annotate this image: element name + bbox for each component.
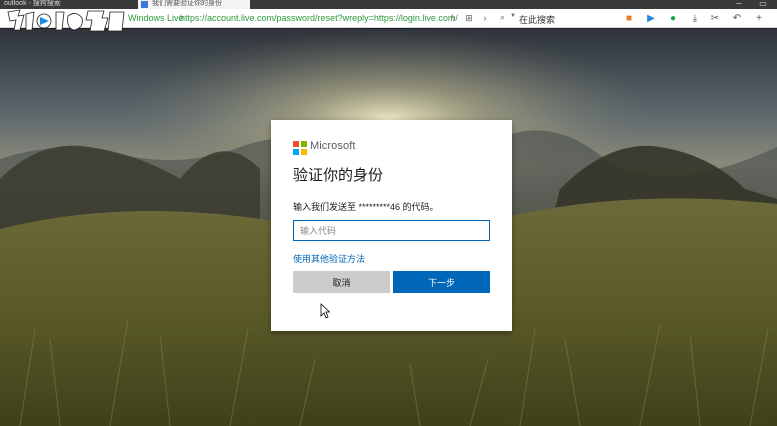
forward-icon[interactable]: ›: [479, 12, 491, 24]
bolt-icon[interactable]: ϟ: [447, 12, 459, 24]
tab-title: 我们需要验证你的身份: [152, 0, 222, 7]
cut-icon[interactable]: ✂: [708, 12, 722, 25]
alt-verification-link[interactable]: 使用其他验证方法: [293, 252, 365, 265]
search-icon: ⌕: [500, 12, 506, 22]
dialog-title: 验证你的身份: [293, 167, 384, 184]
window-controls: ─ ▭: [731, 0, 777, 9]
grid-icon[interactable]: ⊞: [463, 12, 475, 24]
restore-icon[interactable]: ▭: [755, 0, 771, 9]
undo-icon[interactable]: ↶: [730, 12, 744, 25]
search-placeholder: 在此搜索: [519, 15, 556, 25]
cancel-button[interactable]: 取消: [293, 271, 390, 293]
url-field[interactable]: https://account.live.com/password/reset?…: [180, 13, 458, 23]
chevron-down-icon: ▼: [510, 13, 516, 19]
dialog-description: 输入我们发送至 *********46 的代码。: [293, 202, 439, 212]
favicon-icon: [141, 1, 148, 8]
tab-verify-identity[interactable]: 我们需要验证你的身份: [138, 0, 250, 9]
chat-icon[interactable]: ●: [666, 12, 680, 25]
download-icon[interactable]: ⤓: [688, 12, 702, 25]
plus-icon[interactable]: +: [752, 12, 766, 25]
mouse-cursor-icon: [320, 303, 331, 319]
code-input[interactable]: [293, 220, 490, 241]
verify-identity-dialog: Microsoft 验证你的身份 输入我们发送至 *********46 的代码…: [271, 120, 512, 331]
next-button[interactable]: 下一步: [393, 271, 490, 293]
play-icon[interactable]: ▶: [644, 12, 658, 25]
video-icon[interactable]: ■: [622, 12, 636, 25]
channel-watermark-logo: [4, 6, 128, 34]
minimize-icon[interactable]: ─: [731, 0, 747, 9]
brand-name: Microsoft: [310, 140, 356, 152]
site-identity: Windows Live: [128, 13, 184, 23]
microsoft-logo-icon: [293, 141, 307, 155]
search-box[interactable]: ⌕ ▼ 在此搜索: [500, 12, 600, 25]
